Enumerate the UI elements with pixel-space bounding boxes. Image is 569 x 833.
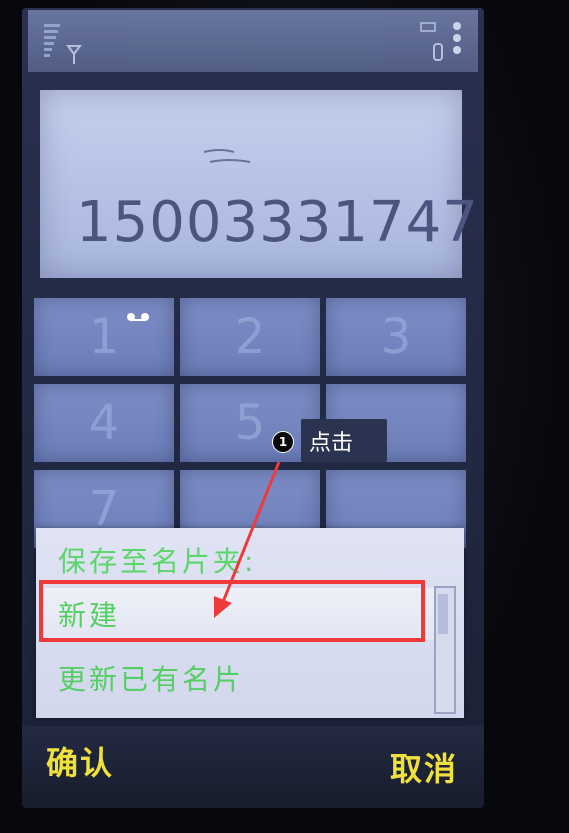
menu-title: 保存至名片夹:	[58, 545, 257, 578]
signal-strength-icon	[44, 24, 60, 57]
softkey-bar: 确认 取消	[22, 726, 484, 808]
menu-item-update-existing[interactable]: 更新已有名片	[44, 652, 436, 704]
step-number-badge: 1	[272, 431, 294, 453]
scrollbar-thumb[interactable]	[438, 594, 448, 634]
status-bar	[28, 10, 478, 72]
key-3[interactable]: 3	[326, 298, 466, 376]
menu-item-update-existing-label: 更新已有名片	[58, 663, 245, 696]
instruction-callout: 点击	[301, 419, 387, 462]
key-5-label: 5	[234, 395, 266, 451]
instruction-text: 点击	[309, 430, 354, 456]
antenna-icon	[66, 45, 82, 64]
cancel-softkey[interactable]: 取消	[390, 744, 458, 790]
lock-icon	[433, 43, 443, 61]
battery-level-icon	[453, 22, 461, 54]
number-display: 15003331747	[40, 90, 478, 278]
key-1[interactable]: 1	[34, 298, 174, 376]
key-5[interactable]: 5	[180, 384, 320, 462]
key-2[interactable]: 2	[180, 298, 320, 376]
voicemail-icon	[127, 313, 149, 321]
highlight-box	[39, 580, 425, 642]
message-icon	[420, 22, 436, 32]
confirm-softkey[interactable]: 确认	[46, 738, 114, 784]
menu-scrollbar[interactable]	[434, 586, 456, 714]
dial-keypad: 1 2 3 4 5 7	[34, 298, 470, 548]
key-3-label: 3	[380, 309, 412, 365]
key-4[interactable]: 4	[34, 384, 174, 462]
key-2-label: 2	[234, 309, 266, 365]
dialed-number: 15003331747	[76, 190, 479, 255]
phone-screen: 15003331747 1 2 3 4 5 7 保存至名片夹: 新建 更新已有名…	[22, 8, 484, 808]
screen-scratch	[203, 149, 251, 163]
key-1-label: 1	[88, 309, 120, 365]
key-4-label: 4	[88, 395, 120, 451]
